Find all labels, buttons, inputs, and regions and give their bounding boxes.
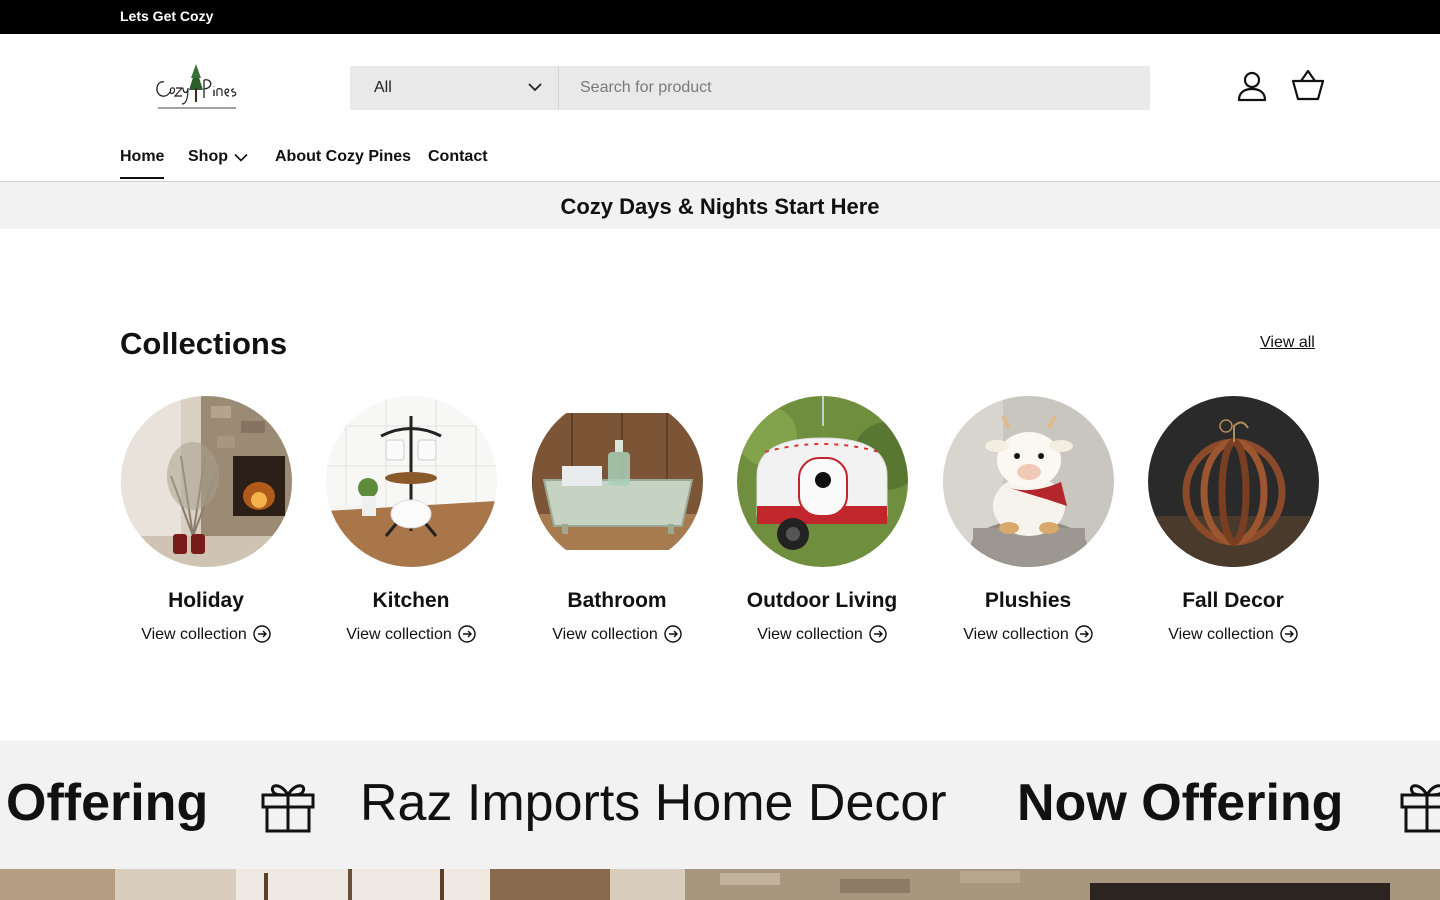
collection-image[interactable] <box>942 396 1114 567</box>
hero-image <box>0 869 1440 900</box>
collection-image[interactable] <box>325 396 497 567</box>
promo-banner: Cozy Days & Nights Start Here <box>0 182 1440 229</box>
view-collection-label: View collection <box>757 626 863 643</box>
store-logo[interactable] <box>150 60 242 118</box>
search-category-select[interactable]: All <box>350 66 559 110</box>
arrow-circle-right-icon <box>1280 625 1298 643</box>
view-collection-link[interactable]: View collection <box>1147 625 1319 644</box>
announcement-bar: Lets Get Cozy <box>0 0 1440 34</box>
gift-icon <box>261 784 315 833</box>
view-collection-link[interactable]: View collection <box>736 625 908 644</box>
view-collection-link[interactable]: View collection <box>942 625 1114 644</box>
account-icon[interactable] <box>1234 68 1270 104</box>
view-collection-link[interactable]: View collection <box>120 625 292 644</box>
view-collection-link[interactable]: View collection <box>325 625 497 644</box>
collection-image[interactable] <box>120 396 292 567</box>
collection-image[interactable] <box>1147 396 1319 567</box>
collection-card-holiday[interactable]: Holiday View collection <box>120 396 292 644</box>
collection-card-kitchen[interactable]: Kitchen View collection <box>325 396 497 644</box>
nav-item-about[interactable]: About Cozy Pines <box>275 148 411 166</box>
promo-banner-text: Cozy Days & Nights Start Here <box>560 194 880 219</box>
collection-title: Bathroom <box>567 589 667 612</box>
view-all-link[interactable]: View all <box>1260 334 1315 352</box>
view-collection-label: View collection <box>963 626 1069 643</box>
arrow-circle-right-icon <box>1075 625 1093 643</box>
logo-mark <box>156 64 237 109</box>
announcement-text: Lets Get Cozy <box>120 8 214 24</box>
collection-card-bathroom[interactable]: Bathroom View collection <box>531 396 703 644</box>
marquee-text-bold: Offering <box>6 774 209 832</box>
view-collection-label: View collection <box>141 626 247 643</box>
marquee-text-bold: Now Offering <box>1017 774 1344 832</box>
nav-item-shop-label: Shop <box>188 148 228 165</box>
basket-icon[interactable] <box>1290 68 1326 104</box>
view-collection-label: View collection <box>346 626 452 643</box>
nav-item-shop[interactable]: Shop <box>188 148 248 166</box>
collection-image[interactable] <box>531 396 703 567</box>
view-collection-label: View collection <box>1168 626 1274 643</box>
chevron-down-icon <box>234 153 248 162</box>
arrow-circle-right-icon <box>253 625 271 643</box>
nav-item-home[interactable]: Home <box>120 148 165 179</box>
marquee-text-light: Raz Imports Home Decor <box>360 774 947 832</box>
collection-card-fall-decor[interactable]: Fall Decor View collection <box>1147 396 1319 644</box>
search-category-label: All <box>374 79 392 96</box>
arrow-circle-right-icon <box>664 625 682 643</box>
collection-card-plushies[interactable]: Plushies View collection <box>942 396 1114 644</box>
arrow-circle-right-icon <box>869 625 887 643</box>
arrow-circle-right-icon <box>458 625 476 643</box>
collection-card-outdoor-living[interactable]: Outdoor Living View collection <box>736 396 908 644</box>
search-bar: All <box>350 66 1150 110</box>
nav-item-contact[interactable]: Contact <box>428 148 488 166</box>
collection-title: Holiday <box>168 589 244 612</box>
collection-title: Outdoor Living <box>746 589 898 612</box>
collection-title: Fall Decor <box>1182 589 1284 612</box>
collection-title: Kitchen <box>372 589 450 612</box>
view-collection-label: View collection <box>552 626 658 643</box>
promo-marquee: Offering Raz Imports Home Decor Now Offe… <box>0 741 1440 869</box>
collection-image[interactable] <box>736 396 908 567</box>
chevron-down-icon <box>528 83 542 92</box>
gift-icon <box>1400 784 1440 833</box>
search-input[interactable] <box>560 66 1150 110</box>
collection-title: Plushies <box>984 589 1072 612</box>
view-collection-link[interactable]: View collection <box>531 625 703 644</box>
collections-title: Collections <box>120 326 288 361</box>
